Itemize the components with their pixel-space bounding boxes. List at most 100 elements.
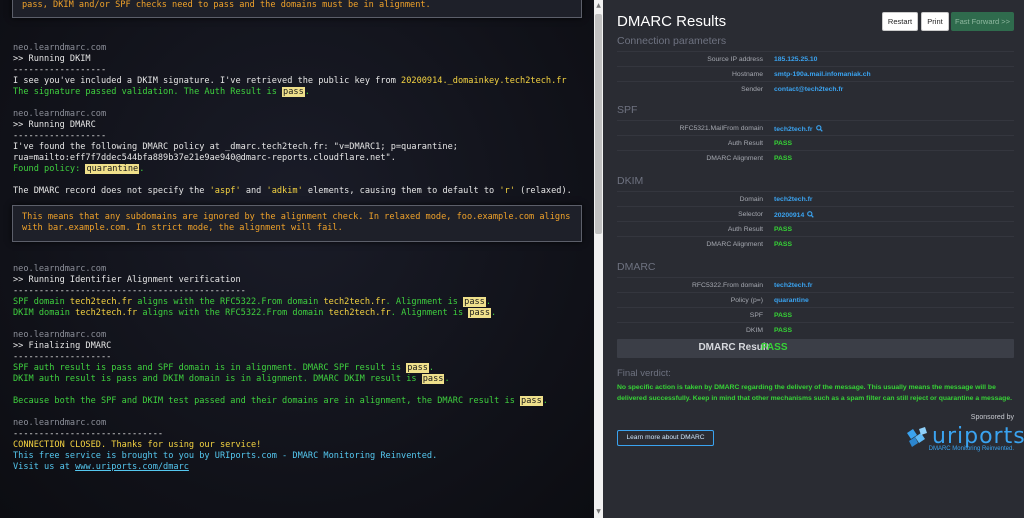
- param-key: DKIM: [746, 327, 763, 334]
- param-row: Domain tech2tech.fr: [617, 191, 1014, 206]
- param-row: Auth Result PASS: [617, 135, 1014, 150]
- section-heading-dmarc: >> Running DMARC: [13, 120, 96, 130]
- connection-closed-line: CONNECTION CLOSED. Thanks for using our …: [13, 440, 262, 450]
- section-heading-alignment: >> Running Identifier Alignment verifica…: [13, 275, 241, 285]
- scroll-up-arrow-icon[interactable]: ▲: [595, 2, 602, 10]
- dmarc-result-value: PASS: [761, 342, 788, 353]
- param-value: tech2tech.fr: [774, 281, 813, 289]
- terminal-scrollbar[interactable]: ▲ ▼: [594, 0, 603, 518]
- host-label: neo.learndmarc.com: [13, 330, 107, 340]
- param-key: Auth Result: [727, 140, 763, 147]
- info-box-text: This means that any subdomains are ignor…: [22, 212, 571, 233]
- dkim-key-line: I see you've included a DKIM signature. …: [13, 76, 567, 86]
- final-spf-line: SPF auth result is pass and SPF domain i…: [13, 363, 435, 373]
- dmarc-result-label: DMARC Result: [698, 342, 769, 353]
- param-row: DMARC Alignment PASS: [617, 150, 1014, 165]
- host-label: neo.learndmarc.com: [13, 43, 107, 53]
- param-value: 20200914: [774, 210, 814, 219]
- dmarc-policy-line-2: rua=mailto:eff7f7ddec544bfa889b37e21e9ae…: [13, 153, 396, 163]
- param-key: Source IP address: [707, 56, 763, 63]
- param-key: Sender: [741, 86, 763, 93]
- pass-highlight: pass: [463, 297, 486, 307]
- param-key: Domain: [739, 196, 763, 203]
- scroll-thumb[interactable]: [595, 14, 602, 234]
- param-value: PASS: [774, 311, 793, 319]
- separator: -----------------------------: [13, 429, 164, 439]
- dkim-key-name: 20200914._domainkey.tech2tech.fr: [401, 76, 567, 86]
- dmarc-result-bar: DMARC Result PASS: [617, 339, 1014, 358]
- dmarc-policy-line-1: I've found the following DMARC policy at…: [13, 142, 458, 152]
- param-key: Auth Result: [727, 226, 763, 233]
- section-heading-final: >> Finalizing DMARC: [13, 341, 112, 351]
- param-value: PASS: [774, 225, 793, 233]
- param-value: smtp-190a.mail.infomaniak.ch: [774, 70, 871, 78]
- param-row: Sender contact@tech2tech.fr: [617, 81, 1014, 96]
- param-key: Hostname: [732, 71, 763, 78]
- separator: ------------------: [13, 65, 107, 75]
- restart-button[interactable]: Restart: [882, 12, 918, 31]
- param-row: DKIM PASS: [617, 322, 1014, 337]
- param-value: 185.125.25.10: [774, 55, 818, 63]
- pass-highlight: pass: [406, 363, 429, 373]
- separator: ----------------------------------------…: [13, 286, 246, 296]
- pass-highlight: pass: [520, 396, 543, 406]
- host-label: neo.learndmarc.com: [13, 264, 107, 274]
- found-policy-line: Found policy: quarantine.: [13, 164, 145, 174]
- param-row: RFC5322.From domain tech2tech.fr: [617, 277, 1014, 292]
- results-panel: DMARC Results Restart Print Fast Forward…: [603, 0, 1024, 518]
- info-box-alignment: This means that any subdomains are ignor…: [12, 205, 582, 242]
- dmarc-record-line: The DMARC record does not specify the 'a…: [13, 186, 572, 196]
- param-value: tech2tech.fr: [774, 124, 823, 133]
- uriports-tagline: DMARC Monitoring Reinvented.: [928, 446, 1014, 452]
- param-key: Policy (p=): [730, 297, 763, 304]
- param-value: PASS: [774, 326, 793, 334]
- host-label: neo.learndmarc.com: [13, 109, 107, 119]
- dkim-alignment-line: DKIM domain tech2tech.fr aligns with the…: [13, 308, 497, 318]
- uriports-logo-icon: [907, 427, 927, 447]
- dkim-result-line: The signature passed validation. The Aut…: [13, 87, 310, 97]
- sponsored-label: Sponsored by: [970, 414, 1014, 421]
- search-icon[interactable]: [807, 210, 814, 218]
- param-value: quarantine: [774, 296, 809, 304]
- param-row: Auth Result PASS: [617, 221, 1014, 236]
- param-key: Selector: [738, 211, 763, 218]
- param-key: SPF: [749, 312, 763, 319]
- final-both-line: Because both the SPF and DKIM test passe…: [13, 396, 548, 406]
- param-value: tech2tech.fr: [774, 195, 813, 203]
- section-heading-dmarc: DMARC: [617, 261, 656, 273]
- param-key: RFC5322.From domain: [691, 282, 763, 289]
- search-icon[interactable]: [815, 124, 823, 132]
- param-value: PASS: [774, 240, 793, 248]
- separator: -------------------: [13, 352, 112, 362]
- param-key: RFC5321.MailFrom domain: [679, 125, 763, 132]
- section-heading-dkim: >> Running DKIM: [13, 54, 91, 64]
- param-row: DMARC Alignment PASS: [617, 236, 1014, 251]
- param-row: SPF PASS: [617, 307, 1014, 322]
- pass-highlight: pass: [468, 308, 492, 318]
- policy-highlight: quarantine: [85, 164, 140, 174]
- param-row: Policy (p=) quarantine: [617, 292, 1014, 307]
- final-verdict-heading: Final verdict:: [617, 368, 671, 379]
- section-heading-dkim: DKIM: [617, 175, 644, 187]
- param-row: Selector 20200914: [617, 206, 1014, 221]
- param-row: Source IP address 185.125.25.10: [617, 51, 1014, 66]
- brought-by-line: This free service is brought to you by U…: [13, 451, 438, 461]
- param-value: PASS: [774, 139, 793, 147]
- learn-more-button[interactable]: Learn more about DMARC: [617, 430, 714, 446]
- fast-forward-button[interactable]: Fast Forward >>: [951, 12, 1014, 31]
- param-row: RFC5321.MailFrom domain tech2tech.fr: [617, 120, 1014, 135]
- visit-line: Visit us at www.uriports.com/dmarc: [13, 462, 189, 472]
- param-value: contact@tech2tech.fr: [774, 85, 844, 93]
- param-key: DMARC Alignment: [706, 241, 763, 248]
- param-value: PASS: [774, 154, 793, 162]
- section-heading-connection: Connection parameters: [617, 35, 727, 47]
- spf-alignment-line: SPF domain tech2tech.fr aligns with the …: [13, 297, 492, 307]
- final-verdict-text: No specific action is taken by DMARC reg…: [617, 384, 1012, 402]
- print-button[interactable]: Print: [921, 12, 949, 31]
- uriports-link[interactable]: www.uriports.com/dmarc: [75, 462, 189, 472]
- info-box-top: pass, DKIM and/or SPF checks need to pas…: [12, 0, 582, 18]
- results-title: DMARC Results: [617, 13, 727, 30]
- pass-highlight: pass: [282, 87, 305, 97]
- scroll-down-arrow-icon[interactable]: ▼: [595, 508, 602, 516]
- pass-highlight: pass: [421, 374, 445, 384]
